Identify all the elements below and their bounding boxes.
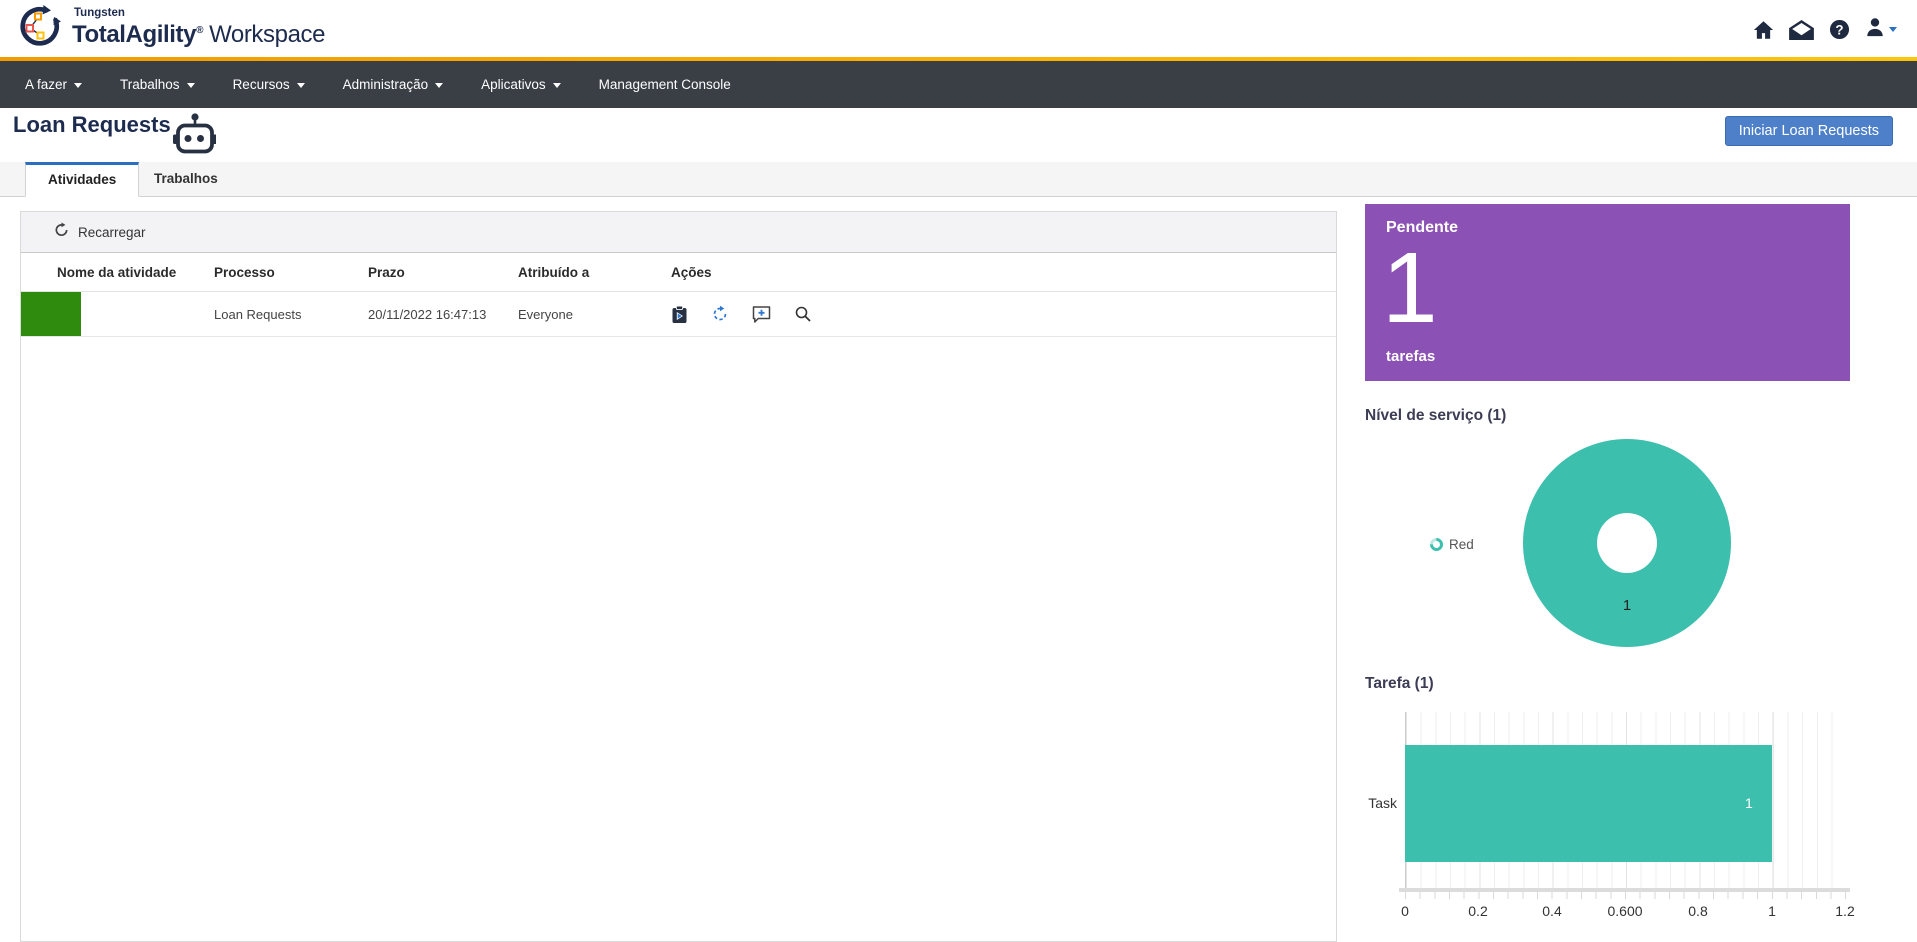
nav-item-management-console[interactable]: Management Console <box>599 77 731 92</box>
brand-text: Tungsten TotalAgility® Workspace <box>72 4 325 47</box>
tab-strip: Atividades Trabalhos <box>0 162 1917 197</box>
donut-legend-item[interactable]: Red <box>1427 535 1474 554</box>
nav-label: Management Console <box>598 77 731 92</box>
process-cell: Loan Requests <box>214 306 302 322</box>
service-level-chart-title: Nível de serviço (1) <box>1365 407 1507 424</box>
chevron-down-icon <box>552 83 561 88</box>
open-activity-icon[interactable] <box>671 305 688 324</box>
app-header: Tungsten TotalAgility® Workspace ? <box>0 0 1917 57</box>
donut-value-label: 1 <box>1622 597 1632 614</box>
legend-label: Red <box>1449 537 1474 552</box>
page-title: Loan Requests <box>13 112 171 137</box>
reload-label: Recarregar <box>78 224 146 240</box>
workspace-page: Tungsten TotalAgility® Workspace ? A faz… <box>0 0 1917 942</box>
task-chart-title: Tarefa (1) <box>1365 675 1434 692</box>
x-tick-label: 0.600 <box>1607 903 1643 919</box>
nav-label: Aplicativos <box>481 77 546 92</box>
x-tick-label: 0.8 <box>1688 903 1708 919</box>
totalagility-logo-icon <box>13 4 63 57</box>
x-tick-label: 0.2 <box>1468 903 1488 919</box>
svg-text:?: ? <box>1835 22 1843 37</box>
nav-item-aplicativos[interactable]: Aplicativos <box>481 77 561 92</box>
x-tick-label: 0 <box>1401 903 1409 919</box>
brand-name: TotalAgility <box>72 20 197 48</box>
row-actions <box>671 305 1336 324</box>
help-icon[interactable]: ? <box>1829 19 1850 40</box>
activities-table: Recarregar Nome da atividade Processo Pr… <box>20 211 1337 942</box>
tab-trabalhos[interactable]: Trabalhos <box>132 162 240 197</box>
bar-value-label: 1 <box>1745 795 1753 811</box>
x-tick-label: 1.2 <box>1835 903 1855 919</box>
registered-mark: ® <box>196 24 204 36</box>
x-tick-label: 0.4 <box>1542 903 1562 919</box>
start-loan-requests-button[interactable]: Iniciar Loan Requests <box>1724 116 1893 146</box>
col-header-activity-name: Nome da atividade <box>57 264 177 280</box>
user-icon <box>1865 17 1885 42</box>
table-row: Task Loan Requests 20/11/2022 16:47:13 E… <box>21 292 1336 337</box>
col-header-actions: Ações <box>671 264 712 280</box>
bar-category-label: Task <box>1368 795 1397 811</box>
pending-card-unit: tarefas <box>1386 348 1436 365</box>
tab-atividades[interactable]: Atividades <box>25 162 140 197</box>
nav-item-trabalhos[interactable]: Trabalhos <box>120 77 195 92</box>
x-axis-ticks <box>1405 892 1846 899</box>
nav-item-a-fazer[interactable]: A fazer <box>25 77 83 92</box>
header-icon-bar: ? <box>1753 17 1897 42</box>
mail-icon[interactable] <box>1789 19 1814 40</box>
priority-status-bar <box>21 292 81 336</box>
reload-button[interactable]: Recarregar <box>21 212 1336 253</box>
nav-label: Administração <box>342 77 429 92</box>
nav-item-administracao[interactable]: Administração <box>343 77 444 92</box>
pending-card-count: 1 <box>1382 232 1438 344</box>
nav-label: Recursos <box>232 77 290 92</box>
chevron-down-icon <box>186 83 195 88</box>
legend-ring-icon <box>1427 535 1446 554</box>
col-header-process: Processo <box>214 264 275 280</box>
main-nav: A fazer Trabalhos Recursos Administração… <box>0 61 1917 108</box>
service-level-donut-chart[interactable]: 1 <box>1523 439 1731 647</box>
table-header-row: Nome da atividade Processo Prazo Atribuí… <box>21 253 1336 292</box>
nav-label: Trabalhos <box>120 77 180 92</box>
user-menu[interactable] <box>1865 17 1897 42</box>
col-header-due-date: Prazo <box>368 264 405 280</box>
donut-hole <box>1597 513 1657 573</box>
chevron-down-icon <box>435 83 444 88</box>
chevron-down-icon <box>74 83 83 88</box>
col-header-assigned-to: Atribuído a <box>518 264 590 280</box>
assigned-to-cell: Everyone <box>518 306 573 322</box>
view-details-icon[interactable] <box>794 305 812 323</box>
chevron-down-icon <box>296 83 305 88</box>
due-date-cell: 20/11/2022 16:47:13 <box>368 306 487 322</box>
add-note-icon[interactable] <box>752 305 771 323</box>
x-tick-label: 1 <box>1768 903 1776 919</box>
brand-suffix: Workspace <box>209 20 326 48</box>
chevron-down-icon <box>1889 27 1897 32</box>
reload-icon <box>54 222 69 243</box>
robot-icon <box>170 112 217 163</box>
nav-label: A fazer <box>25 77 68 92</box>
reset-activity-icon[interactable] <box>711 305 729 323</box>
home-icon[interactable] <box>1753 20 1774 40</box>
brand-tungsten: Tungsten <box>74 7 125 19</box>
brand[interactable]: Tungsten TotalAgility® Workspace <box>13 4 325 57</box>
task-bar[interactable] <box>1405 745 1772 862</box>
pending-summary-card[interactable]: Pendente 1 tarefas <box>1365 204 1850 381</box>
nav-item-recursos[interactable]: Recursos <box>233 77 305 92</box>
